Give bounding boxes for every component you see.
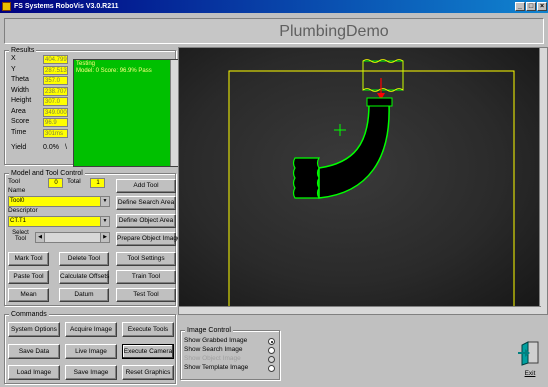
tool-name-dropdown[interactable]: Tool0 ▼: [8, 196, 110, 207]
result-value-width: 238.707: [43, 86, 68, 96]
show-search-image-label: Show Search Image: [184, 346, 243, 353]
camera-image-view[interactable]: [178, 47, 548, 315]
name-label: Name: [8, 187, 26, 194]
yield-spinner: \: [65, 144, 67, 151]
reset-graphics-button[interactable]: Reset Graphics: [122, 365, 174, 380]
define-search-area-button[interactable]: Define Search Area: [116, 196, 176, 210]
datum-button[interactable]: Datum: [59, 288, 109, 302]
show-object-image-radio: [268, 356, 275, 363]
select-tool-scrollbar[interactable]: ◀ ▶: [35, 232, 110, 243]
chevron-down-icon[interactable]: ▼: [100, 197, 109, 206]
title-bar: FS Systems RoboVis V3.0.R211 _ □ ×: [0, 0, 548, 13]
delete-tool-button[interactable]: Delete Tool: [59, 252, 109, 266]
exit-button[interactable]: Exit: [517, 340, 543, 382]
execute-camera-button[interactable]: Execute Camera: [122, 344, 174, 359]
app-icon: [2, 2, 11, 11]
add-tool-button[interactable]: Add Tool: [116, 179, 176, 193]
close-button[interactable]: ×: [537, 2, 547, 11]
test-tool-button[interactable]: Test Tool: [116, 288, 176, 302]
descriptor-value: CT.T1: [10, 218, 27, 224]
tool-name-value: Tool0: [10, 198, 25, 204]
calculate-offsets-button[interactable]: Calculate Offsets: [59, 270, 109, 284]
execute-tools-button[interactable]: Execute Tools: [122, 322, 174, 337]
chevron-down-icon[interactable]: ▼: [100, 217, 109, 226]
commands-group: Commands System Options Acquire Image Ex…: [4, 310, 176, 384]
scroll-right-icon[interactable]: ▶: [100, 233, 109, 242]
total-label: Total: [67, 178, 81, 185]
result-label-theta: Theta: [11, 76, 29, 83]
show-object-image-label: Show Object Image: [184, 355, 241, 362]
image-vscrollbar[interactable]: [539, 48, 547, 314]
model-tool-group-label: Model and Tool Control: [9, 169, 85, 178]
results-log[interactable]: Testing Model: 0 Score: 96.9% Pass: [73, 59, 179, 167]
show-grabbed-image-radio[interactable]: [268, 338, 275, 345]
result-label-y: Y: [11, 65, 16, 73]
show-template-image-radio[interactable]: [268, 365, 275, 372]
tool-settings-button[interactable]: Tool Settings: [116, 252, 176, 266]
result-label-score: Score: [11, 118, 30, 125]
project-title: PlumbingDemo: [279, 23, 389, 40]
result-value-time: 301ms: [43, 128, 68, 138]
descriptor-dropdown[interactable]: CT.T1 ▼: [8, 216, 110, 227]
model-tool-group: Model and Tool Control Tool 0 Total 1 Ad…: [4, 169, 181, 306]
result-value-theta: 357.0: [43, 76, 68, 85]
image-control-group: Image Control Show Grabbed Image Show Se…: [180, 326, 280, 380]
image-hscrollbar[interactable]: [179, 306, 541, 314]
project-banner: PlumbingDemo: [4, 18, 544, 44]
result-label-width: Width: [11, 86, 29, 94]
model-area-rect: [362, 60, 404, 91]
save-image-button[interactable]: Save Image: [65, 365, 117, 380]
select-tool-label: Select Tool: [12, 230, 29, 242]
result-value-score: 96.9: [43, 118, 68, 127]
result-label-height: Height: [11, 97, 32, 104]
tool-label: Tool: [8, 178, 20, 185]
result-label-area: Area: [11, 107, 26, 115]
yield-label: Yield: [11, 144, 27, 151]
show-template-image-label: Show Template Image: [184, 364, 249, 371]
load-image-button[interactable]: Load Image: [8, 365, 60, 380]
mean-button[interactable]: Mean: [8, 288, 49, 302]
result-value-area: 349.000: [43, 107, 68, 117]
result-value-y: 287.513: [43, 65, 68, 75]
exit-door-icon: [518, 341, 539, 366]
image-overlay: [228, 59, 515, 308]
detected-pipe-outline: [318, 103, 390, 199]
minimize-button[interactable]: _: [515, 2, 525, 11]
log-scrollbar[interactable]: [170, 60, 178, 166]
log-line: Testing: [76, 61, 96, 67]
show-grabbed-image-label: Show Grabbed Image: [184, 337, 248, 344]
result-value-height: 307.0: [43, 97, 68, 106]
window-title: FS Systems RoboVis V3.0.R211: [14, 3, 119, 10]
acquire-image-button[interactable]: Acquire Image: [65, 322, 117, 337]
result-label-x: X: [11, 55, 16, 62]
save-data-button[interactable]: Save Data: [8, 344, 60, 359]
pipe-end-fitting: [292, 157, 321, 199]
define-object-area-button[interactable]: Define Object Area: [116, 214, 176, 228]
exit-label: Exit: [524, 370, 536, 377]
tool-total-field: 1: [90, 178, 105, 188]
result-value-x: 404.799: [43, 55, 68, 64]
show-search-image-radio[interactable]: [268, 347, 275, 354]
image-control-group-label: Image Control: [185, 326, 233, 335]
prepare-object-image-button[interactable]: Prepare Object Image: [116, 232, 181, 246]
commands-group-label: Commands: [9, 310, 49, 319]
result-label-time: Time: [11, 128, 27, 136]
results-group-label: Results: [9, 46, 37, 55]
mark-tool-button[interactable]: Mark Tool: [8, 252, 49, 266]
maximize-button[interactable]: □: [526, 2, 536, 11]
system-options-button[interactable]: System Options: [8, 322, 60, 337]
pipe-top-fitting: [366, 97, 393, 107]
live-image-button[interactable]: Live Image: [65, 344, 117, 359]
results-group: Results X 404.799 Y 287.513 Theta 357.0 Width 2…: [4, 46, 179, 167]
template-outline: [362, 59, 404, 92]
tool-index-field[interactable]: 0: [48, 178, 63, 188]
train-tool-button[interactable]: Train Tool: [116, 270, 176, 284]
paste-tool-button[interactable]: Paste Tool: [8, 270, 49, 284]
log-line: Model: 0 Score: 96.9% Pass: [76, 68, 152, 74]
yield-value: 0.0%: [43, 144, 59, 151]
descriptor-label: Descriptor: [8, 207, 38, 214]
scroll-left-icon[interactable]: ◀: [36, 233, 45, 242]
